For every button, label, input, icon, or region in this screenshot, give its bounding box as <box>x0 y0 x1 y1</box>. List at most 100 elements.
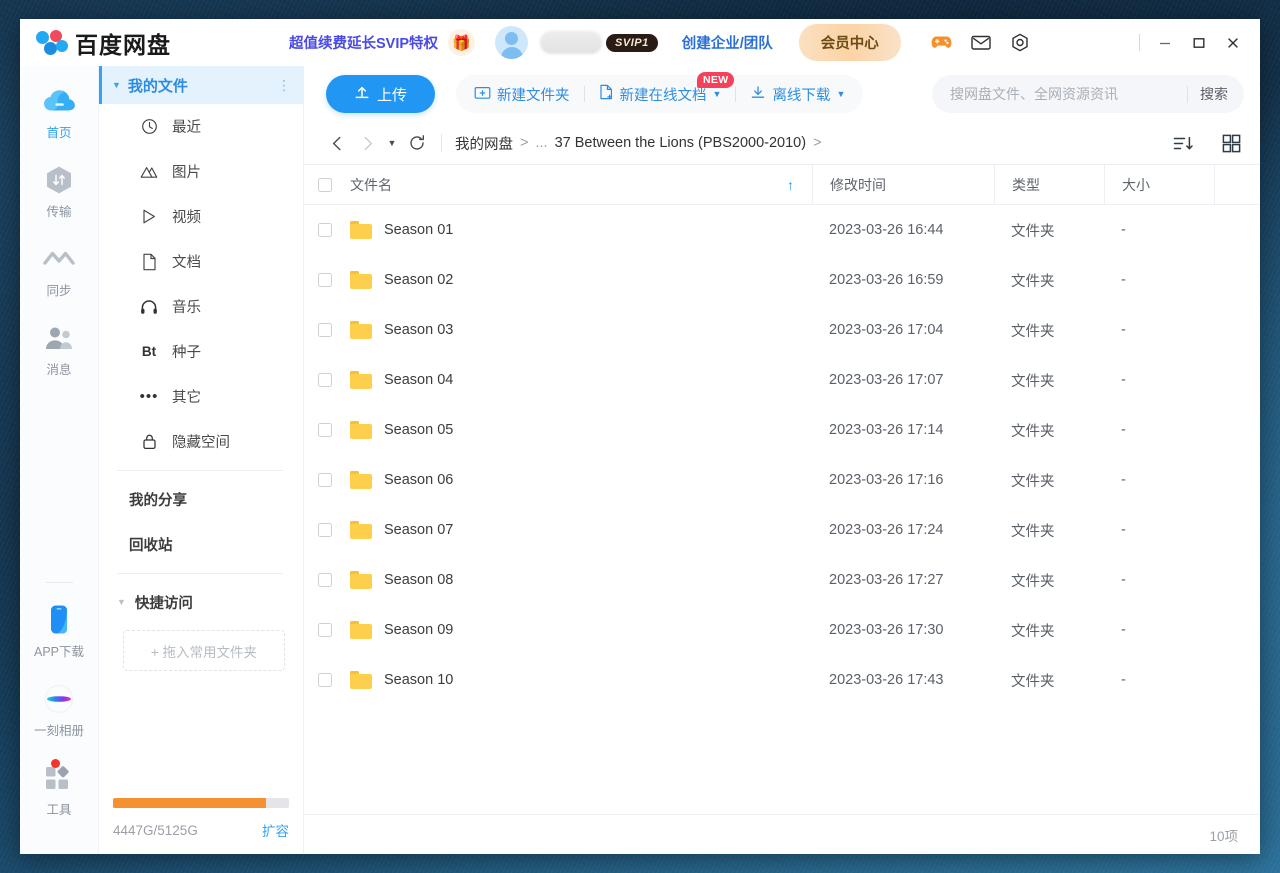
size-cell: - <box>1104 472 1214 488</box>
row-checkbox[interactable] <box>318 373 332 387</box>
tree-item-documents[interactable]: 文档 <box>99 239 303 284</box>
create-team-link[interactable]: 创建企业/团队 <box>682 32 773 53</box>
row-checkbox[interactable] <box>318 523 332 537</box>
tree-item-other[interactable]: ••• 其它 <box>99 374 303 419</box>
row-checkbox[interactable] <box>318 573 332 587</box>
column-header-name[interactable]: 文件名 ↑ <box>346 164 812 205</box>
rail-item-tools[interactable]: 工具 <box>20 761 99 818</box>
storage-usage-label: 4447G/5125G <box>113 823 198 838</box>
more-vertical-icon[interactable]: ⋮ <box>277 77 291 94</box>
table-row[interactable]: Season 072023-03-26 17:24文件夹- <box>304 505 1260 555</box>
search-button[interactable]: 搜索 <box>1200 84 1238 104</box>
tree-item-videos[interactable]: 视频 <box>99 194 303 239</box>
tree-item-recycle-bin[interactable]: 回收站 <box>99 522 303 567</box>
offline-download-button[interactable]: 离线下载 ▼ <box>736 75 859 113</box>
modified-cell: 2023-03-26 17:24 <box>812 522 994 538</box>
minimize-button[interactable] <box>1148 26 1182 60</box>
table-row[interactable]: Season 032023-03-26 17:04文件夹- <box>304 305 1260 355</box>
file-name-cell: Season 05 <box>346 421 812 439</box>
column-header-size[interactable]: 大小 <box>1104 164 1214 205</box>
column-header-modified[interactable]: 修改时间 <box>812 164 994 205</box>
row-checkbox-cell <box>304 323 346 337</box>
rail-item-transfer[interactable]: 传输 <box>20 163 99 220</box>
row-checkbox[interactable] <box>318 673 332 687</box>
upload-button[interactable]: 上传 <box>326 75 435 113</box>
refresh-button[interactable] <box>402 128 432 158</box>
close-button[interactable] <box>1216 26 1250 60</box>
column-header-tail <box>1214 164 1260 205</box>
table-row[interactable]: Season 042023-03-26 17:07文件夹- <box>304 355 1260 405</box>
row-checkbox[interactable] <box>318 423 332 437</box>
row-checkbox[interactable] <box>318 273 332 287</box>
back-button[interactable] <box>322 128 352 158</box>
file-name-cell: Season 04 <box>346 371 812 389</box>
rail-item-sync[interactable]: 同步 <box>20 242 99 299</box>
column-header-type[interactable]: 类型 <box>994 164 1104 205</box>
table-row[interactable]: Season 092023-03-26 17:30文件夹- <box>304 605 1260 655</box>
tree-item-hidden-space[interactable]: 隐藏空间 <box>99 419 303 464</box>
rail-item-app-download[interactable]: APP下载 <box>20 603 99 660</box>
breadcrumb-separator: > <box>813 135 821 151</box>
folder-icon <box>350 321 372 339</box>
tree-item-torrent[interactable]: Bt 种子 <box>99 329 303 374</box>
promo-link[interactable]: 超值续费延长SVIP特权 <box>289 32 438 53</box>
table-row[interactable]: Season 052023-03-26 17:14文件夹- <box>304 405 1260 455</box>
table-row[interactable]: Season 062023-03-26 17:16文件夹- <box>304 455 1260 505</box>
row-checkbox[interactable] <box>318 323 332 337</box>
avatar[interactable] <box>495 26 528 59</box>
tree-item-music[interactable]: 音乐 <box>99 284 303 329</box>
rail-item-home[interactable]: 首页 <box>20 84 99 141</box>
grid-view-icon[interactable] <box>1216 128 1246 158</box>
breadcrumb-current[interactable]: 37 Between the Lions (PBS2000-2010) <box>555 135 807 151</box>
tree-item-my-shares[interactable]: 我的分享 <box>99 477 303 522</box>
table-row[interactable]: Season 102023-03-26 17:43文件夹- <box>304 655 1260 705</box>
history-dropdown-button[interactable]: ▼ <box>382 128 402 158</box>
tree-header-my-files[interactable]: ▼ 我的文件 ⋮ <box>99 66 303 104</box>
quick-access-dropzone[interactable]: + 拖入常用文件夹 <box>123 630 285 671</box>
folder-icon <box>350 271 372 289</box>
music-icon <box>140 298 158 316</box>
list-sort-icon[interactable] <box>1168 128 1198 158</box>
tree-section-quick-access[interactable]: ▼ 快捷访问 <box>99 580 303 624</box>
vip-center-button[interactable]: 会员中心 <box>799 24 901 61</box>
breadcrumb: 我的网盘 > ... 37 Between the Lions (PBS2000… <box>455 133 822 154</box>
expand-storage-link[interactable]: 扩容 <box>262 820 289 840</box>
row-checkbox-cell <box>304 673 346 687</box>
lock-icon <box>140 433 158 451</box>
chevron-down-icon: ▼ <box>117 597 126 607</box>
folder-icon <box>350 221 372 239</box>
upload-button-label: 上传 <box>377 84 407 105</box>
select-all-cell <box>304 164 346 205</box>
forward-button[interactable] <box>352 128 382 158</box>
modified-cell: 2023-03-26 17:14 <box>812 422 994 438</box>
search-input[interactable] <box>950 86 1175 102</box>
gamepad-icon[interactable] <box>931 32 953 54</box>
clock-icon <box>140 118 158 136</box>
app-logo: 百度网盘 <box>20 26 171 60</box>
breadcrumb-root[interactable]: 我的网盘 <box>455 133 513 154</box>
new-folder-button[interactable]: 新建文件夹 <box>460 75 584 113</box>
new-online-doc-button[interactable]: NEW 新建在线文档 ▼ <box>585 75 736 113</box>
row-checkbox[interactable] <box>318 623 332 637</box>
row-checkbox[interactable] <box>318 223 332 237</box>
file-name-label: Season 02 <box>384 272 453 288</box>
maximize-button[interactable] <box>1182 26 1216 60</box>
table-row[interactable]: Season 082023-03-26 17:27文件夹- <box>304 555 1260 605</box>
row-checkbox[interactable] <box>318 473 332 487</box>
table-row[interactable]: Season 012023-03-26 16:44文件夹- <box>304 205 1260 255</box>
select-all-checkbox[interactable] <box>318 178 332 192</box>
rail-item-message[interactable]: 消息 <box>20 321 99 378</box>
tree-item-recent[interactable]: 最近 <box>99 104 303 149</box>
tree-item-images[interactable]: 图片 <box>99 149 303 194</box>
table-row[interactable]: Season 022023-03-26 16:59文件夹- <box>304 255 1260 305</box>
gift-icon[interactable]: 🎁 <box>448 29 475 56</box>
window-controls-divider <box>1139 34 1140 51</box>
mail-icon[interactable] <box>970 32 992 54</box>
rail-item-album[interactable]: 一刻相册 <box>20 682 99 739</box>
modified-cell: 2023-03-26 16:44 <box>812 222 994 238</box>
file-name-cell: Season 09 <box>346 621 812 639</box>
file-name-cell: Season 07 <box>346 521 812 539</box>
settings-icon[interactable] <box>1009 32 1031 54</box>
breadcrumb-ellipsis[interactable]: ... <box>535 135 547 151</box>
file-name-cell: Season 01 <box>346 221 812 239</box>
